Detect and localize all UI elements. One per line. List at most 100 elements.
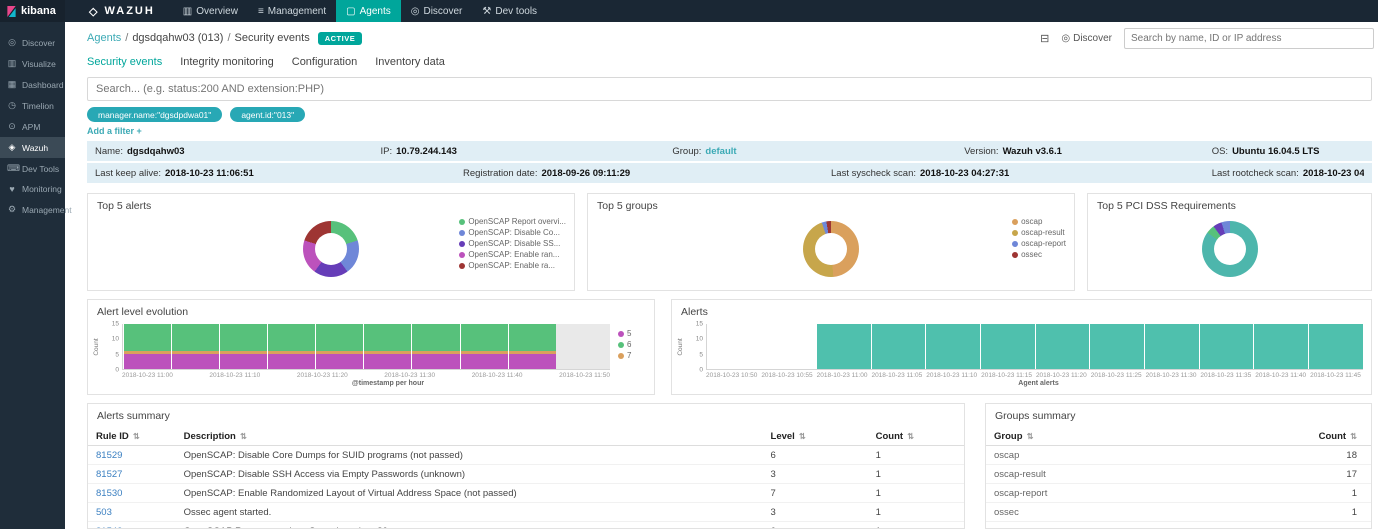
chart-bar[interactable]: [816, 324, 871, 369]
legend-item[interactable]: OpenSCAP: Disable Co...: [459, 227, 566, 238]
rule-id-link[interactable]: 81530: [96, 488, 122, 499]
legend-item[interactable]: OpenSCAP Report overvi...: [459, 216, 566, 227]
level-cell: 3: [763, 465, 868, 484]
legend-item[interactable]: oscap-result: [1012, 227, 1066, 238]
sidebar-item-management[interactable]: ⚙Management: [0, 199, 65, 220]
chart-bar[interactable]: [123, 324, 171, 369]
sidebar-item-dev-tools[interactable]: ⌨Dev Tools: [0, 158, 65, 179]
alert-level-evolution-plot[interactable]: [122, 324, 610, 370]
topnav-discover[interactable]: ◎Discover: [401, 0, 473, 22]
legend-item[interactable]: OpenSCAP: Enable ran...: [459, 249, 566, 260]
topnav-management[interactable]: ≡Management: [248, 0, 336, 22]
kibana-logo[interactable]: kibana: [0, 0, 65, 22]
dev-tools-icon: ⌨: [7, 163, 17, 174]
sidebar-item-wazuh[interactable]: ◈Wazuh: [0, 137, 65, 158]
chart-bar[interactable]: [871, 324, 926, 369]
tab-integrity-monitoring[interactable]: Integrity monitoring: [180, 54, 274, 70]
chart-bar[interactable]: [1254, 324, 1309, 369]
chart-bar[interactable]: [1144, 324, 1199, 369]
sidebar-item-visualize[interactable]: ▥Visualize: [0, 53, 65, 74]
chart-bar[interactable]: [171, 324, 219, 369]
chart-bar[interactable]: [364, 324, 412, 369]
chart-bar[interactable]: [762, 324, 817, 369]
legend-item[interactable]: 7: [618, 350, 646, 361]
chart-bar[interactable]: [1035, 324, 1090, 369]
filter-pill[interactable]: manager.name:"dgsdpdwa01": [87, 107, 222, 122]
print-icon[interactable]: ⊟: [1040, 32, 1049, 45]
legend-item[interactable]: ossec: [1012, 249, 1066, 260]
breadcrumb-agents-link[interactable]: Agents: [87, 32, 121, 44]
chart-bar[interactable]: [508, 324, 556, 369]
legend-item[interactable]: OpenSCAP: Enable ra...: [459, 260, 566, 271]
legend-item[interactable]: OpenSCAP: Disable SS...: [459, 238, 566, 249]
sidebar-item-dashboard[interactable]: ▦Dashboard: [0, 74, 65, 95]
agent-info-value: 2018-10-23 11:06:51: [165, 168, 254, 179]
topnav-agents[interactable]: ▢Agents: [336, 0, 401, 22]
legend-item[interactable]: 5: [618, 328, 646, 339]
column-header-count[interactable]: Count ⇅: [868, 428, 964, 446]
agent-info-group: Group:default: [672, 146, 964, 157]
chart-bar[interactable]: [219, 324, 267, 369]
bar-segment: [461, 354, 508, 369]
bar-segment: [1090, 324, 1144, 369]
chart-bar[interactable]: [267, 324, 315, 369]
rule-id-cell: 81529: [88, 446, 176, 465]
chart-legend: OpenSCAP Report overvi...OpenSCAP: Disab…: [459, 216, 566, 271]
top-5-pci-dss-requirements-panel: Top 5 PCI DSS Requirements: [1087, 193, 1372, 291]
chart-bar[interactable]: [1308, 324, 1363, 369]
x-tick-label: 2018-10-23 10:50: [706, 372, 757, 379]
y-axis-label: Count: [677, 338, 684, 355]
agent-info-row-1: Name:dgsdqahw03IP:10.79.244.143Group:def…: [87, 141, 1372, 161]
legend-item[interactable]: oscap: [1012, 216, 1066, 227]
legend-item[interactable]: oscap-report: [1012, 238, 1066, 249]
topnav-overview[interactable]: ▥Overview: [173, 0, 248, 22]
rule-id-link[interactable]: 81529: [96, 450, 122, 461]
add-filter-link[interactable]: Add a filter +: [87, 126, 1374, 136]
description-cell: OpenSCAP: Disable Core Dumps for SUID pr…: [176, 446, 763, 465]
column-header-group[interactable]: Group ⇅: [986, 428, 1294, 446]
legend-label: oscap-result: [1021, 227, 1065, 238]
x-tick-label: 2018-10-23 11:10: [926, 372, 977, 379]
legend-dot-icon: [1012, 252, 1018, 258]
agent-info-value[interactable]: default: [705, 146, 736, 157]
rule-id-link[interactable]: 81527: [96, 469, 122, 480]
top-5-alerts-donut[interactable]: [303, 221, 359, 277]
wazuh-brand[interactable]: ◇ WAZUH: [65, 5, 173, 18]
sidebar-item-monitoring[interactable]: ♥Monitoring: [0, 179, 65, 199]
query-search-input[interactable]: [87, 77, 1372, 101]
chart-bar[interactable]: [980, 324, 1035, 369]
chart-bar[interactable]: [412, 324, 460, 369]
chart-bar[interactable]: [460, 324, 508, 369]
chart-bar[interactable]: [926, 324, 981, 369]
chart-title: Top 5 alerts: [88, 194, 574, 218]
discover-button[interactable]: ◎ Discover: [1061, 33, 1112, 44]
column-header-level[interactable]: Level ⇅: [763, 428, 868, 446]
column-header-rule-id[interactable]: Rule ID ⇅: [88, 428, 176, 446]
legend-item[interactable]: 6: [618, 339, 646, 350]
tab-security-events[interactable]: Security events: [87, 54, 162, 70]
topnav-label: Overview: [196, 6, 238, 17]
top-5-pci-dss-requirements-donut[interactable]: [1202, 221, 1258, 277]
sidebar-item-apm[interactable]: ⊙APM: [0, 116, 65, 137]
topnav-dev-tools[interactable]: ⚒Dev tools: [472, 0, 547, 22]
y-axis: Count151050: [92, 324, 122, 370]
alerts-plot[interactable]: [706, 324, 1363, 370]
tab-configuration[interactable]: Configuration: [292, 54, 357, 70]
sidebar-item-discover[interactable]: ◎Discover: [0, 32, 65, 53]
column-header-count[interactable]: Count ⇅: [1294, 428, 1371, 446]
chart-bar[interactable]: [1199, 324, 1254, 369]
chart-bar[interactable]: [1090, 324, 1145, 369]
sidebar-item-timelion[interactable]: ◷Timelion: [0, 95, 65, 116]
filter-pill[interactable]: agent.id:"013": [230, 107, 305, 122]
top-5-groups-donut[interactable]: [803, 221, 859, 277]
agent-info-value: 2018-10-23 04:27:31: [920, 168, 1009, 179]
chart-bar[interactable]: [316, 324, 364, 369]
group-cell: oscap-result: [986, 465, 1294, 484]
rule-id-link[interactable]: 81542: [96, 526, 122, 529]
column-header-description[interactable]: Description ⇅: [176, 428, 763, 446]
agent-info-name: Name:dgsdqahw03: [95, 146, 381, 157]
rule-id-link[interactable]: 503: [96, 507, 112, 518]
tab-inventory-data[interactable]: Inventory data: [375, 54, 445, 70]
chart-bar[interactable]: [707, 324, 762, 369]
agent-search-input[interactable]: [1124, 28, 1374, 49]
